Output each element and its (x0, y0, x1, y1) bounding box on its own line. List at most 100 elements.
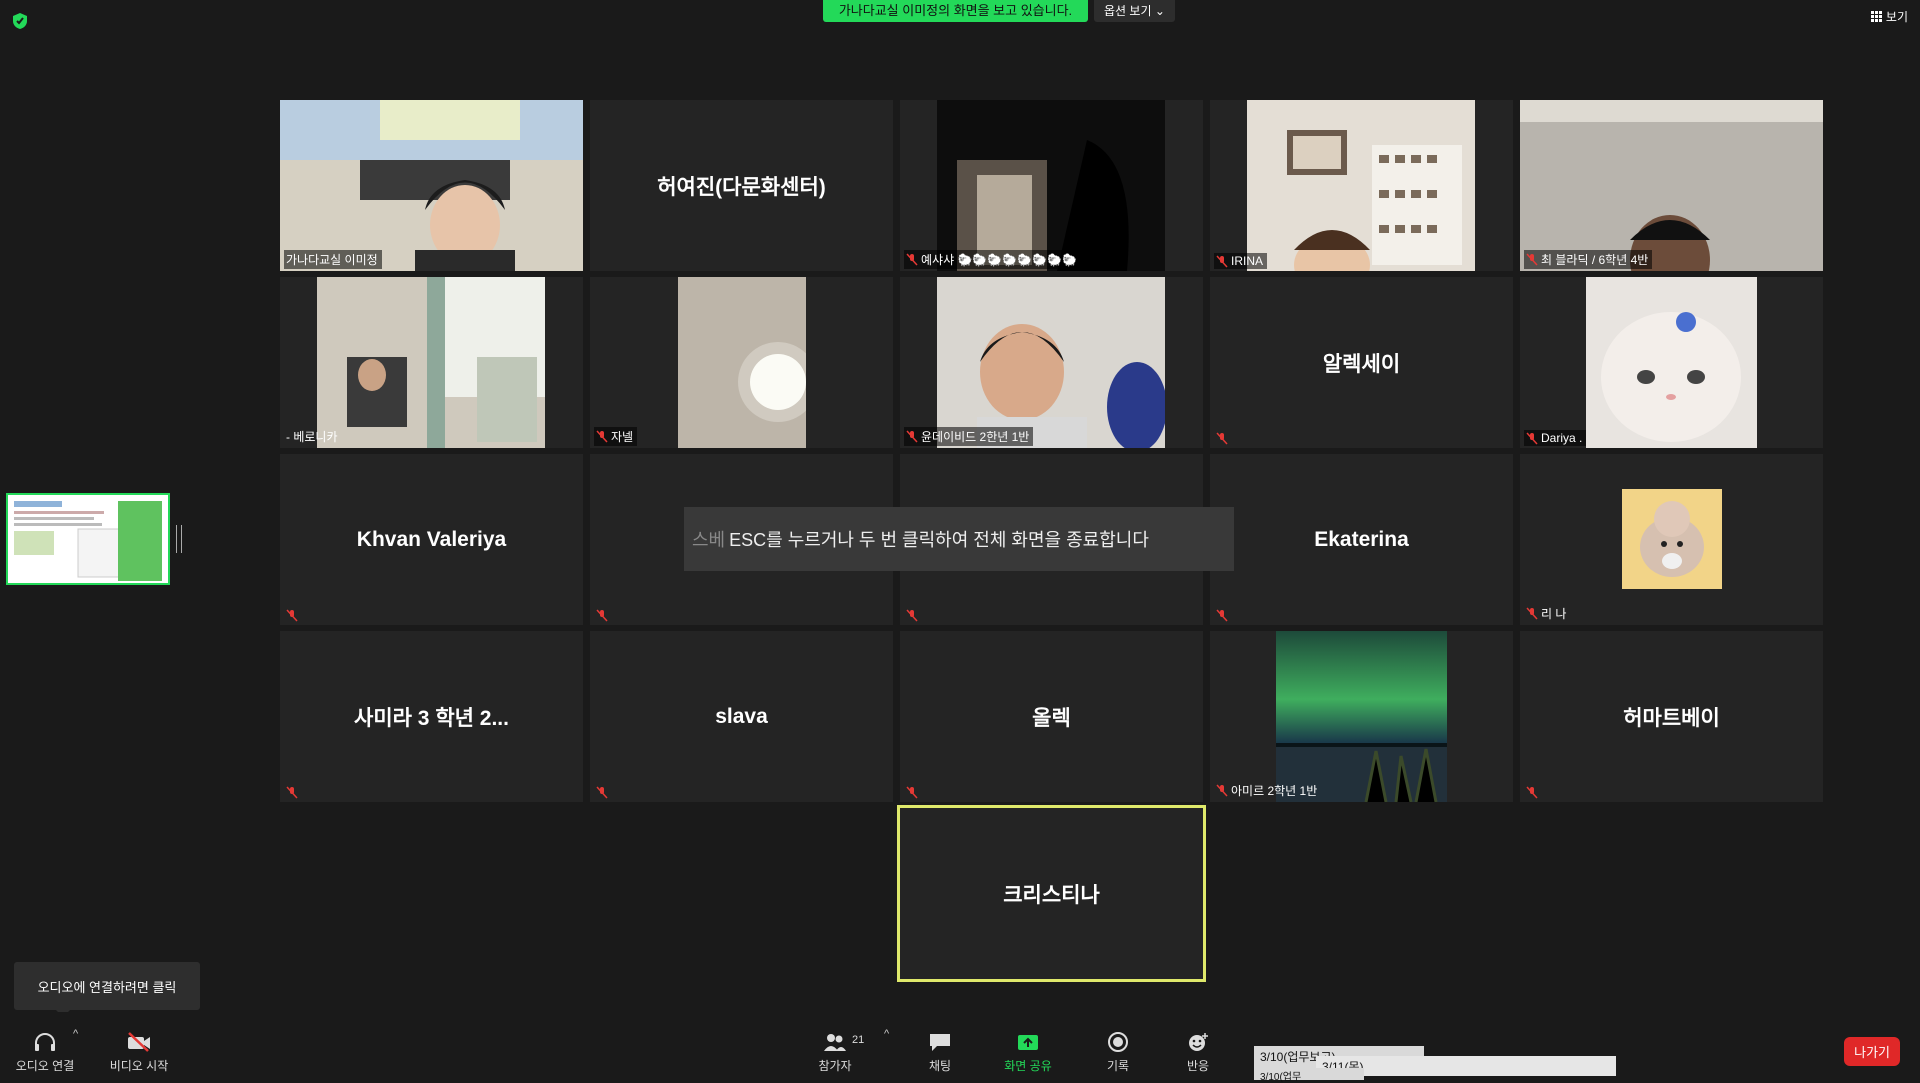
participant-name-label: 아미르 2학년 1반 (1214, 781, 1321, 800)
participant-tile[interactable]: - 베로니카 (280, 277, 583, 448)
participant-tile[interactable]: IRINA (1210, 100, 1513, 271)
participant-tile[interactable]: Dariya . (1520, 277, 1823, 448)
participant-name: 올렉 (1032, 706, 1071, 730)
audio-connect-tooltip[interactable]: 오디오에 연결하려면 클릭 (14, 962, 200, 1017)
participant-video (1276, 631, 1447, 802)
participant-status (1214, 608, 1232, 623)
view-button-label: 보기 (1885, 10, 1908, 24)
participant-status (1524, 785, 1542, 800)
mic-muted-icon (286, 609, 298, 622)
mic-muted-icon (1216, 609, 1228, 622)
participant-status (904, 785, 922, 800)
view-button[interactable]: 보기 (1870, 8, 1908, 25)
mic-muted-icon (1526, 253, 1538, 266)
mic-muted-icon (1216, 432, 1228, 445)
headphones-icon (35, 1033, 55, 1051)
grid-icon (1870, 11, 1882, 22)
participant-tile[interactable]: slava (590, 631, 893, 802)
participant-tile[interactable]: 최 블라딕 / 6학년 4반 (1520, 100, 1823, 271)
participant-video (280, 100, 583, 271)
participant-tile[interactable]: 올렉 (900, 631, 1203, 802)
participant-tile[interactable]: 리 나 (1520, 454, 1823, 625)
reactions-button[interactable]: 반응 (1153, 1031, 1243, 1074)
mic-muted-icon (1526, 431, 1538, 445)
mic-muted-icon (1526, 786, 1538, 799)
participant-name-label: 리 나 (1524, 604, 1570, 623)
participant-video (937, 100, 1165, 271)
shared-screen-thumbnail[interactable] (6, 493, 170, 585)
participant-tile[interactable]: 가나다교실 이미정 (280, 100, 583, 271)
active-speaker-tile[interactable]: 크리스티나 (897, 805, 1206, 982)
participant-name-label: 자넬 (594, 427, 638, 446)
participant-name: Khvan Valeriya (356, 527, 507, 551)
participant-tile[interactable]: 아미르 2학년 1반 (1210, 631, 1513, 802)
mic-muted-icon (1526, 607, 1538, 620)
participant-avatar (1622, 489, 1722, 589)
participant-tile[interactable]: 윤데이비드 2한년 1반 (900, 277, 1203, 448)
participant-video (317, 277, 545, 448)
panel-resize-handle[interactable] (176, 525, 182, 553)
mic-muted-icon (906, 609, 918, 622)
participant-tile[interactable]: 허마트베이 (1520, 631, 1823, 802)
reaction-smile-icon (1189, 1033, 1208, 1051)
start-video-button[interactable]: 비디오 시작 (94, 1031, 184, 1074)
participant-video (1247, 100, 1475, 271)
participant-status (904, 608, 922, 623)
participant-name-label: 가나다교실 이미정 (284, 250, 382, 269)
participant-tile[interactable]: 자넬 (590, 277, 893, 448)
participant-video (678, 277, 806, 448)
participant-name-label: IRINA (1214, 253, 1268, 269)
record-button[interactable]: 기록 (1073, 1031, 1163, 1074)
participant-name-label: Dariya . (1524, 430, 1587, 446)
participant-tile[interactable]: Khvan Valeriya (280, 454, 583, 625)
participant-name: 사미라 3 학년 2... (354, 706, 509, 730)
mic-muted-icon (1216, 254, 1228, 268)
participant-name: 크리스티나 (1003, 883, 1100, 907)
participant-tile[interactable]: 사미라 3 학년 2... (280, 631, 583, 802)
participant-tile[interactable]: 예샤샤 🐑🐑🐑🐑🐑🐑🐑🐑 (900, 100, 1203, 271)
participant-name: slava (715, 704, 768, 728)
participant-video (1586, 277, 1757, 448)
share-screen-icon (1018, 1035, 1038, 1050)
mic-muted-icon (596, 430, 608, 443)
mic-muted-icon (1216, 784, 1228, 797)
view-options-button[interactable]: 옵션 보기 ⌄ (1094, 0, 1175, 22)
mic-muted-icon (906, 786, 918, 799)
participants-icon (824, 1034, 846, 1051)
participants-count: 21 (852, 1034, 865, 1046)
participant-name-label: - 베로니카 (286, 430, 338, 444)
chat-icon (930, 1034, 950, 1051)
participant-tile[interactable]: 알렉세이 (1210, 277, 1513, 448)
mic-muted-icon (286, 786, 298, 799)
share-screen-button[interactable]: 화면 공유 (983, 1031, 1073, 1074)
participant-name: 허마트베이 (1623, 706, 1720, 730)
participant-tile[interactable]: 허여진(다문화센터) (590, 100, 893, 271)
mic-muted-icon (596, 786, 608, 799)
shield-icon[interactable] (12, 12, 28, 30)
mic-muted-icon (906, 430, 918, 443)
meeting-toolbar: 오디오 연결 ^ 비디오 시작 참가자 21 ^ 채팅 화면 공유 기록 반응 … (0, 1012, 1920, 1083)
mic-muted-icon (906, 253, 918, 266)
chat-button[interactable]: 채팅 (895, 1031, 985, 1074)
participant-video (1520, 100, 1823, 271)
participants-options-caret[interactable]: ^ (884, 1028, 889, 1040)
taskbar-window[interactable]: 3/10(업무 (1254, 1068, 1364, 1083)
participants-button[interactable]: 참가자 (790, 1031, 880, 1074)
participant-name-label: 최 블라딕 / 6학년 4반 (1524, 250, 1653, 269)
fullscreen-exit-hint: 스베 ESC를 누르거나 두 번 클릭하여 전체 화면을 종료합니다 (684, 507, 1234, 571)
participant-status (594, 608, 612, 623)
participant-status (284, 608, 302, 623)
participant-status (1214, 431, 1232, 446)
participant-name: 알렉세이 (1322, 352, 1401, 376)
participant-name-label: 윤데이비드 2한년 1반 (904, 427, 1034, 446)
screen-share-banner: 가나다교실 이미정의 화면을 보고 있습니다. (823, 0, 1088, 22)
participant-tile[interactable]: Ekaterina (1210, 454, 1513, 625)
video-off-icon (128, 1032, 150, 1052)
participant-video (937, 277, 1165, 448)
leave-meeting-button[interactable]: 나가기 (1844, 1037, 1900, 1066)
mic-muted-icon (596, 609, 608, 622)
audio-options-caret[interactable]: ^ (73, 1028, 78, 1040)
record-icon (1108, 1032, 1128, 1052)
participant-name-label: 예샤샤 🐑🐑🐑🐑🐑🐑🐑🐑 (904, 250, 1081, 269)
participant-name: 허여진(다문화센터) (657, 175, 826, 199)
